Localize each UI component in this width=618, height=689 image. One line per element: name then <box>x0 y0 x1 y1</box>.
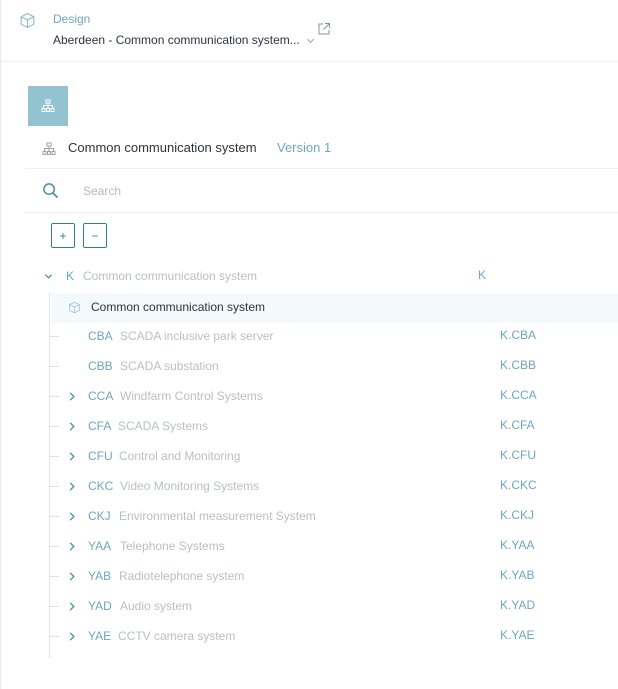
tree-row[interactable]: YAA Telephone Systems K.YAA <box>25 532 618 562</box>
tree-selected-row[interactable]: Common communication system <box>51 293 618 323</box>
tree-connector <box>50 456 59 457</box>
tree-root-row[interactable]: K Common communication system K <box>25 262 618 292</box>
tree-row[interactable]: YAE CCTV camera system K.YAE <box>25 622 618 652</box>
tree-row-code: CFA <box>88 419 112 433</box>
tree-row-reference: K.CCA <box>500 388 537 402</box>
search-icon <box>43 183 58 198</box>
tree-selected-name: Common communication system <box>91 300 266 314</box>
tree-row-code: YAA <box>88 539 112 553</box>
chevron-right-icon[interactable] <box>67 511 77 522</box>
tree-row-name: Control and Monitoring <box>119 449 241 463</box>
tree-row[interactable]: YAB Radiotelephone system K.YAB <box>25 562 618 592</box>
chevron-down-icon[interactable] <box>43 271 54 282</box>
tree-row-name: Telephone Systems <box>120 539 225 553</box>
tree-connector <box>50 336 59 337</box>
search-bar <box>25 169 618 213</box>
tree-row-name: SCADA inclusive park server <box>120 329 274 343</box>
tree-row-reference: K.YAA <box>500 538 535 552</box>
design-label: Design <box>53 12 91 26</box>
tree-row[interactable]: YAD Audio system K.YAD <box>25 592 618 622</box>
tree-row[interactable]: CCA Windfarm Control Systems K.CCA <box>25 382 618 412</box>
tree-row[interactable]: CKJ Environmental measurement System K.C… <box>25 502 618 532</box>
tree-connector <box>50 636 59 637</box>
tree-row-reference: K.CFA <box>500 418 535 432</box>
search-input[interactable] <box>83 181 583 201</box>
tree-connector <box>50 516 59 517</box>
hierarchy-icon <box>42 142 56 155</box>
tree-row-code: CKC <box>88 479 114 493</box>
tree-row-code: CBA <box>88 329 113 343</box>
cube-icon <box>20 12 35 29</box>
design-selector-value: Aberdeen - Common communication system..… <box>53 33 300 47</box>
tree-row[interactable]: CBA SCADA inclusive park server K.CBA <box>25 322 618 352</box>
hierarchy-tool-button[interactable] <box>28 86 68 126</box>
tree-row-name: Windfarm Control Systems <box>120 389 263 403</box>
tree-row-name: Audio system <box>120 599 193 613</box>
tree-row-reference: K.CBB <box>500 358 537 372</box>
version-badge: Version 1 <box>277 140 332 155</box>
chevron-right-icon[interactable] <box>67 541 77 552</box>
tree-row-reference: K.CKJ <box>500 508 535 522</box>
tree-row-code: CCA <box>88 389 114 403</box>
collapse-all-button[interactable]: − <box>83 223 107 248</box>
tree-connector <box>50 426 59 427</box>
tree-root-code: K <box>66 269 75 283</box>
tree-row[interactable]: CBB SCADA substation K.CBB <box>25 352 618 382</box>
tree-row-reference: K.CKC <box>500 478 537 492</box>
tree-connector <box>50 576 59 577</box>
tree-row-reference: K.YAB <box>500 568 535 582</box>
tree-row-name: SCADA substation <box>120 359 219 373</box>
app-frame: Design Aberdeen - Common communication s… <box>0 0 618 689</box>
tree-row-code: YAB <box>88 569 112 583</box>
chevron-right-icon[interactable] <box>67 391 77 402</box>
chevron-right-icon[interactable] <box>67 421 77 432</box>
header: Design Aberdeen - Common communication s… <box>1 0 618 62</box>
cube-icon <box>69 301 80 314</box>
tree-row-code: YAD <box>88 599 112 613</box>
tree-root-name: Common communication system <box>83 269 258 283</box>
tree-connector <box>50 366 59 367</box>
tree-row-reference: K.YAE <box>500 628 535 642</box>
tree-row-code: CKJ <box>88 509 111 523</box>
tree-row[interactable]: CFA SCADA Systems K.CFA <box>25 412 618 442</box>
tree-connector <box>50 606 59 607</box>
hierarchy-icon <box>41 99 55 112</box>
tree-row-name: Video Monitoring Systems <box>120 479 260 493</box>
chevron-right-icon[interactable] <box>67 451 77 462</box>
chevron-right-icon[interactable] <box>67 481 77 492</box>
tree-row-reference: K.CBA <box>500 328 537 342</box>
external-link-icon[interactable] <box>317 22 331 36</box>
expand-all-button[interactable]: + <box>51 223 75 248</box>
tree-connector <box>50 396 59 397</box>
tree-connector <box>50 486 59 487</box>
tree-row-code: CFU <box>88 449 113 463</box>
chevron-down-icon <box>306 38 314 43</box>
tree-row[interactable]: CKC Video Monitoring Systems K.CKC <box>25 472 618 502</box>
design-selector[interactable]: Aberdeen - Common communication system..… <box>53 33 315 47</box>
tree-row-code: YAE <box>88 629 112 643</box>
structure-title-row: Common communication system Version 1 <box>25 134 618 169</box>
tree-connector <box>50 546 59 547</box>
tree-row-code: CBB <box>88 359 113 373</box>
chevron-right-icon[interactable] <box>67 571 77 582</box>
tree-row-name: SCADA Systems <box>118 419 209 433</box>
chevron-right-icon[interactable] <box>67 601 77 612</box>
tree-row-name: Radiotelephone system <box>119 569 245 583</box>
tree-row-name: CCTV camera system <box>118 629 236 643</box>
tree-row[interactable]: CFU Control and Monitoring K.CFU <box>25 442 618 472</box>
tree-root-reference: K <box>478 268 487 282</box>
structure-title: Common communication system <box>68 140 257 155</box>
tree-row-reference: K.CFU <box>500 448 536 462</box>
tree-row-name: Environmental measurement System <box>119 509 316 523</box>
tree-row-reference: K.YAD <box>500 598 536 612</box>
chevron-right-icon[interactable] <box>67 631 77 642</box>
